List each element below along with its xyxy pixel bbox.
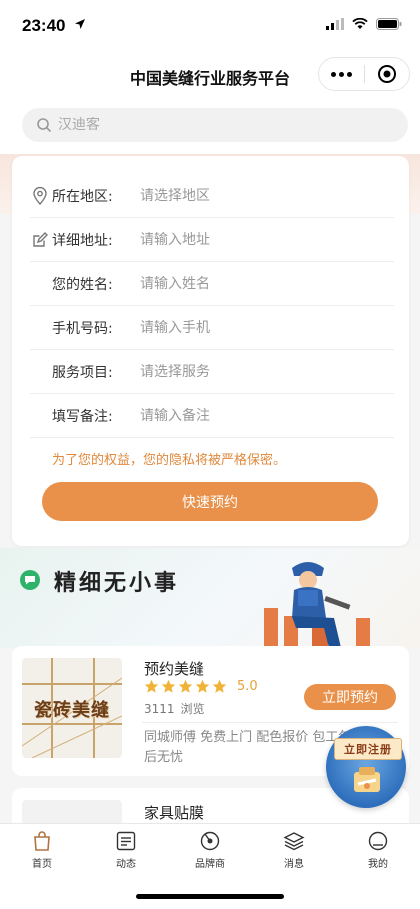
promo-title: 精细无小事 [54,570,180,596]
chat-bubble-icon [20,570,40,590]
more-icon[interactable] [319,71,364,77]
service-select[interactable] [122,363,394,380]
rating-stars: 5.0 [144,679,258,694]
rating-value: 5.0 [237,679,258,694]
privacy-note: 为了您的权益，您的隐私将被严格保密。 [52,453,287,468]
register-float-button[interactable]: 立即注册 [326,726,406,808]
form-label: 所在地区: [52,188,113,205]
search-icon [37,118,52,133]
home-indicator [136,894,284,899]
name-input[interactable] [122,275,394,292]
form-row-phone[interactable]: 手机号码: [30,306,394,350]
form-row-name[interactable]: 您的姓名: [30,262,394,306]
tab-brands[interactable]: 品牌商 [180,830,240,870]
star-icon [178,679,193,693]
search-bar [0,98,420,154]
address-input[interactable] [122,231,394,248]
note-input[interactable] [122,407,394,424]
service-name: 家具贴膜 [144,804,205,822]
star-icon [212,679,227,693]
tab-label: 动态 [116,859,136,870]
status-icons [326,18,402,30]
tab-news[interactable]: 动态 [96,830,156,870]
star-icon [144,679,159,693]
status-time: 23:40 [22,16,66,35]
signal-icon [326,18,344,30]
form-label: 填写备注: [52,408,113,425]
worker-illustration-icon [264,562,370,648]
battery-icon [376,18,402,30]
wifi-icon [352,18,368,29]
region-select[interactable] [122,187,394,204]
service-thumbnail: 瓷砖美缝 [22,658,122,758]
register-label: 立即注册 [334,738,402,760]
promo-banner: 精细无小事 [0,548,420,648]
card-divider [142,722,398,723]
service-name: 预约美缝 [144,660,205,678]
location-pin-icon [30,186,50,206]
brand-icon [200,831,220,851]
profile-icon [368,831,388,851]
location-arrow-icon [75,19,85,29]
search-input[interactable] [58,117,358,133]
home-bag-icon [34,831,50,851]
view-count-value: 3111 [144,702,175,716]
form-row-region[interactable]: 所在地区: [30,174,394,218]
form-label: 您的姓名: [52,276,113,293]
tab-home[interactable]: 首页 [12,830,72,870]
phone-input[interactable] [122,319,394,336]
tools-icon [354,767,380,792]
search-box[interactable] [22,108,408,142]
nav-bar: 中国美缝行业服务平台 [0,52,420,98]
tab-label: 首页 [32,859,52,870]
status-bar: 23:40 [0,0,420,52]
mini-program-capsule [318,57,410,91]
tab-messages[interactable]: 消息 [264,830,324,870]
star-icon [161,679,176,693]
layers-icon [283,832,305,851]
form-row-service[interactable]: 服务项目: [30,350,394,394]
close-target-icon[interactable] [365,64,409,84]
form-label: 手机号码: [52,320,113,337]
news-icon [116,831,136,851]
book-now-button[interactable]: 立即预约 [304,684,396,710]
form-row-address[interactable]: 详细地址: [30,218,394,262]
form-label: 服务项目: [52,364,113,381]
tab-label: 消息 [284,859,304,870]
tab-label: 我的 [368,859,388,870]
thumbnail-text: 瓷砖美缝 [34,700,110,721]
tab-label: 品牌商 [195,859,225,870]
edit-icon [30,230,50,250]
form-row-note[interactable]: 填写备注: [30,394,394,438]
star-icon [195,679,210,693]
quick-book-button[interactable]: 快速预约 [42,482,378,521]
booking-form: 所在地区: 详细地址: 您的姓名: 手机号码: 服务项目: 填写备注: 为了您的… [12,156,409,546]
form-label: 详细地址: [52,232,113,249]
view-count-label: 浏览 [180,702,205,716]
view-count: 3111 浏览 [144,700,205,717]
tab-profile[interactable]: 我的 [348,830,408,870]
